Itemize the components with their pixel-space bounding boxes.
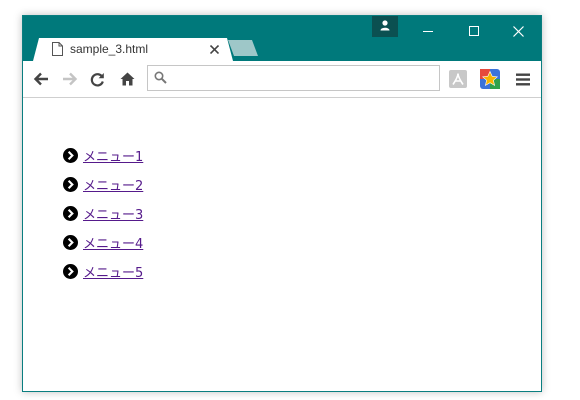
browser-window: sample_3.html メニュー1 メニュー2 メニュー3 メニュー4 メニ… — [22, 15, 542, 392]
star-extension-icon — [480, 69, 500, 89]
home-icon — [120, 72, 134, 86]
title-bar: sample_3.html — [23, 16, 541, 61]
arrow-left-icon — [33, 72, 48, 86]
minimize-icon — [423, 31, 433, 32]
close-icon — [512, 25, 524, 37]
tab-close-button[interactable] — [207, 42, 221, 56]
star-extension-button[interactable] — [479, 68, 501, 90]
chevron-circle-right-icon — [63, 264, 78, 279]
home-button[interactable] — [116, 68, 138, 90]
reload-button[interactable] — [86, 68, 108, 90]
menu-link-5[interactable]: メニュー5 — [83, 262, 143, 281]
page-icon — [52, 42, 63, 56]
new-tab-button[interactable] — [228, 40, 258, 56]
forward-button[interactable] — [59, 68, 81, 90]
minimize-button[interactable] — [405, 16, 451, 46]
chevron-circle-right-icon — [63, 177, 78, 192]
browser-toolbar — [23, 61, 541, 98]
page-content: メニュー1 メニュー2 メニュー3 メニュー4 メニュー5 — [23, 98, 541, 391]
menu-link-3[interactable]: メニュー3 — [83, 204, 143, 223]
reload-icon — [90, 72, 104, 86]
pdf-icon — [449, 70, 467, 88]
menu-link-4[interactable]: メニュー4 — [83, 233, 143, 252]
close-icon — [209, 44, 219, 54]
hamburger-icon — [516, 73, 530, 85]
list-item: メニュー5 — [63, 257, 143, 286]
search-icon — [154, 71, 167, 84]
back-button[interactable] — [30, 68, 52, 90]
menu-link-2[interactable]: メニュー2 — [83, 175, 143, 194]
address-bar[interactable] — [147, 65, 440, 91]
person-icon — [380, 20, 390, 31]
pdf-button[interactable] — [447, 68, 469, 90]
tab-title: sample_3.html — [70, 42, 149, 56]
profile-button[interactable] — [372, 16, 398, 37]
chevron-circle-right-icon — [63, 235, 78, 250]
menu-list: メニュー1 メニュー2 メニュー3 メニュー4 メニュー5 — [63, 141, 143, 286]
list-item: メニュー1 — [63, 141, 143, 170]
address-input[interactable] — [172, 68, 438, 90]
list-item: メニュー4 — [63, 228, 143, 257]
menu-button[interactable] — [512, 68, 534, 90]
menu-link-1[interactable]: メニュー1 — [83, 146, 143, 165]
tab-sample-3[interactable]: sample_3.html — [33, 38, 233, 61]
chevron-circle-right-icon — [63, 148, 78, 163]
window-close-button[interactable] — [495, 16, 541, 46]
list-item: メニュー2 — [63, 170, 143, 199]
arrow-right-icon — [63, 72, 78, 86]
maximize-icon — [469, 26, 479, 36]
list-item: メニュー3 — [63, 199, 143, 228]
chevron-circle-right-icon — [63, 206, 78, 221]
maximize-button[interactable] — [451, 16, 497, 46]
